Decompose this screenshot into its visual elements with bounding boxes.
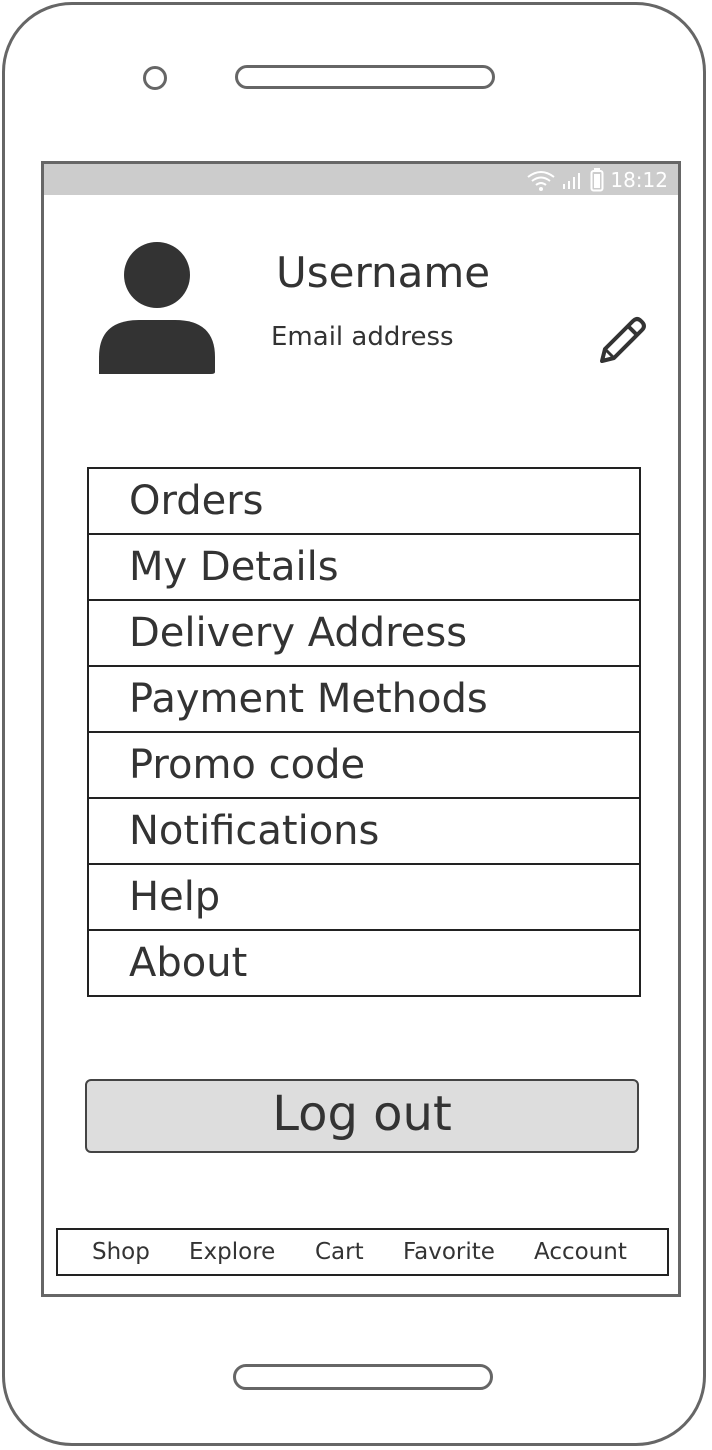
menu-item-label: Delivery Address [129, 610, 468, 656]
screen: 18:12 Username Email address Orders My D… [41, 161, 681, 1297]
status-bar: 18:12 [44, 164, 678, 195]
email-address: Email address [271, 322, 454, 352]
status-time: 18:12 [610, 167, 668, 192]
menu-item-label: Payment Methods [129, 676, 488, 722]
menu-item-label: About [129, 940, 248, 986]
home-button[interactable] [233, 1364, 493, 1390]
menu-item-notifications[interactable]: Notifications [89, 799, 639, 865]
menu-item-delivery-address[interactable]: Delivery Address [89, 601, 639, 667]
logout-button[interactable]: Log out [85, 1079, 639, 1153]
menu-item-label: Notifications [129, 808, 380, 854]
nav-item-explore[interactable]: Explore [189, 1230, 275, 1274]
pencil-icon[interactable] [597, 314, 649, 366]
nav-item-favorite[interactable]: Favorite [403, 1230, 495, 1274]
battery-icon [590, 167, 604, 191]
menu-item-my-details[interactable]: My Details [89, 535, 639, 601]
camera-icon [143, 66, 167, 90]
nav-item-cart[interactable]: Cart [315, 1230, 364, 1274]
menu-item-label: Help [129, 874, 221, 920]
user-avatar-icon [99, 242, 215, 374]
menu-item-label: My Details [129, 544, 339, 590]
bottom-nav: Shop Explore Cart Favorite Account [56, 1228, 669, 1276]
menu-item-orders[interactable]: Orders [89, 469, 639, 535]
menu-item-about[interactable]: About [89, 931, 639, 995]
menu-item-promo-code[interactable]: Promo code [89, 733, 639, 799]
nav-item-shop[interactable]: Shop [92, 1230, 150, 1274]
speaker-slot [235, 65, 495, 89]
menu-item-help[interactable]: Help [89, 865, 639, 931]
menu-item-label: Promo code [129, 742, 366, 788]
menu-item-payment-methods[interactable]: Payment Methods [89, 667, 639, 733]
phone-frame: 18:12 Username Email address Orders My D… [2, 2, 706, 1446]
wifi-icon [527, 170, 555, 191]
account-menu: Orders My Details Delivery Address Payme… [87, 467, 641, 997]
menu-item-label: Orders [129, 478, 264, 524]
signal-icon [563, 172, 581, 189]
nav-item-account[interactable]: Account [534, 1230, 627, 1274]
username: Username [276, 248, 491, 297]
